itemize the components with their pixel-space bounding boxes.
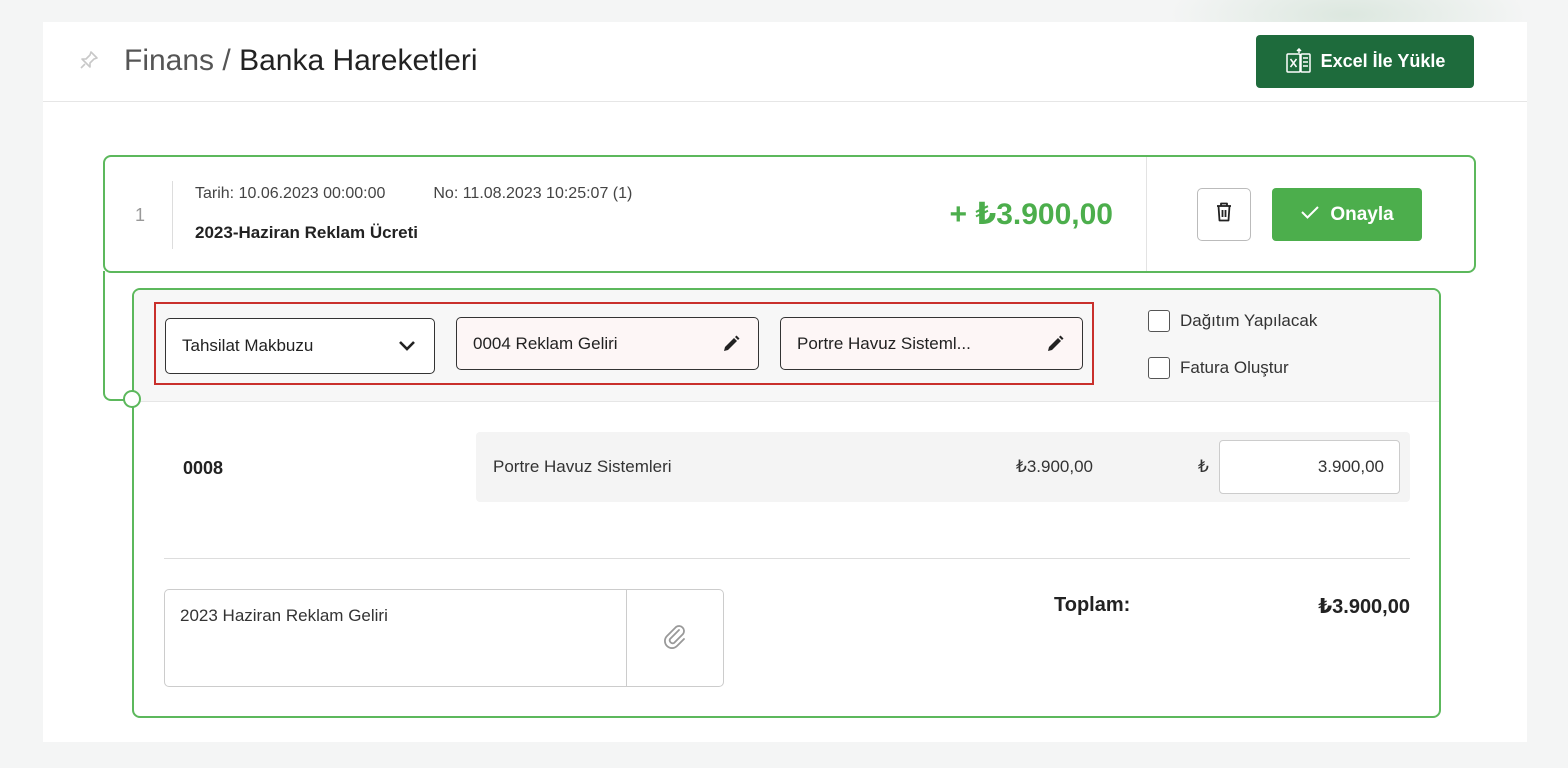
divider <box>172 181 173 249</box>
pin-icon[interactable] <box>78 49 100 71</box>
transaction-amount: + ₺3.900,00 <box>949 198 1113 231</box>
total-value: ₺3.900,00 <box>1318 596 1410 618</box>
excel-upload-button[interactable]: Excel İle Yükle <box>1256 35 1474 88</box>
distribution-checkbox[interactable] <box>1148 310 1170 332</box>
customer-value: Portre Havuz Sisteml... <box>797 333 971 353</box>
line-amount-input[interactable] <box>1219 440 1400 494</box>
distribution-checkbox-label: Dağıtım Yapılacak <box>1180 311 1318 330</box>
approve-button[interactable]: Onayla <box>1272 188 1422 241</box>
note-field[interactable]: 2023 Haziran Reklam Geliri <box>164 589 724 687</box>
trash-icon <box>1214 201 1234 228</box>
breadcrumb: Finans / Banka Hareketleri <box>124 42 478 80</box>
paperclip-icon <box>662 622 688 655</box>
document-type-select[interactable]: Tahsilat Makbuzu <box>165 318 435 374</box>
line-code: 0008 <box>183 458 224 478</box>
pencil-icon[interactable] <box>720 333 742 355</box>
divider <box>1146 157 1147 271</box>
connector-line <box>103 271 133 401</box>
detail-header: Tahsilat Makbuzu 0004 Reklam Geliri Port… <box>134 290 1439 402</box>
invoice-checkbox-row[interactable]: Fatura Oluştur <box>1148 357 1289 379</box>
breadcrumb-separator: / <box>214 44 240 77</box>
detail-card: Tahsilat Makbuzu 0004 Reklam Geliri Port… <box>132 288 1441 718</box>
transaction-card: 1 Tarih: 10.06.2023 00:00:00 No: 11.08.20… <box>103 155 1476 273</box>
document-type-value: Tahsilat Makbuzu <box>182 336 314 355</box>
chevron-down-icon <box>396 335 418 357</box>
customer-field[interactable]: Portre Havuz Sisteml... <box>780 317 1083 370</box>
line-item-row: Portre Havuz Sistemleri ₺3.900,00 ₺ <box>476 432 1410 502</box>
invoice-checkbox-label: Fatura Oluştur <box>1180 358 1289 377</box>
excel-upload-label: Excel İle Yükle <box>1320 51 1446 71</box>
pencil-icon[interactable] <box>1044 333 1066 355</box>
transaction-meta: Tarih: 10.06.2023 00:00:00 No: 11.08.2023… <box>195 185 632 203</box>
divider <box>164 558 1410 559</box>
attach-button[interactable] <box>626 590 723 686</box>
transaction-index: 1 <box>135 205 146 225</box>
account-value: 0004 Reklam Geliri <box>473 333 618 353</box>
transaction-number: No: 11.08.2023 10:25:07 (1) <box>433 185 633 202</box>
page-header: Finans / Banka Hareketleri Excel İle Yük… <box>43 22 1527 102</box>
note-text: 2023 Haziran Reklam Geliri <box>180 606 388 625</box>
currency-symbol: ₺ <box>1198 457 1209 476</box>
excel-upload-icon <box>1285 47 1313 76</box>
transaction-description: 2023-Haziran Reklam Ücreti <box>195 223 419 242</box>
delete-button[interactable] <box>1197 188 1251 241</box>
approve-label: Onayla <box>1330 203 1394 225</box>
page-title: Banka Hareketleri <box>239 44 478 77</box>
line-item-name: Portre Havuz Sistemleri <box>493 457 672 476</box>
check-icon <box>1300 204 1320 226</box>
connector-dot <box>123 390 141 408</box>
distribution-checkbox-row[interactable]: Dağıtım Yapılacak <box>1148 310 1317 332</box>
invoice-checkbox[interactable] <box>1148 357 1170 379</box>
breadcrumb-parent[interactable]: Finans <box>124 44 214 77</box>
transaction-date: Tarih: 10.06.2023 00:00:00 <box>195 185 386 202</box>
line-item-amount: ₺3.900,00 <box>1016 457 1093 476</box>
total-label: Toplam: <box>1054 594 1131 616</box>
main-panel: Finans / Banka Hareketleri Excel İle Yük… <box>43 22 1527 742</box>
account-field[interactable]: 0004 Reklam Geliri <box>456 317 759 370</box>
validation-error-box: Tahsilat Makbuzu 0004 Reklam Geliri Port… <box>154 302 1094 385</box>
